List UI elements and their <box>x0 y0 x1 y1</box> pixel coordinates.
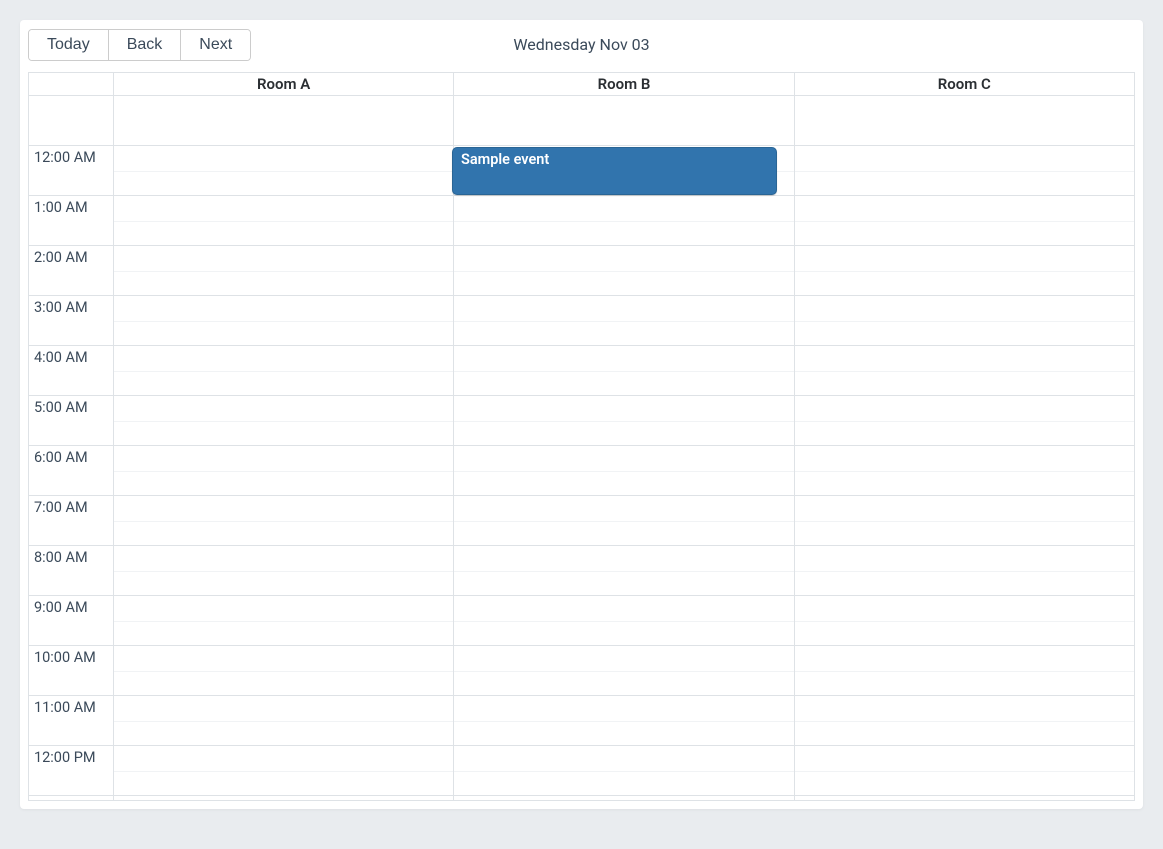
time-cell[interactable] <box>794 146 1134 195</box>
allday-gutter <box>29 96 113 145</box>
time-row: 9:00 AM <box>29 596 1134 646</box>
time-cell[interactable] <box>113 446 453 495</box>
time-cell[interactable] <box>113 196 453 245</box>
resource-header: Room C <box>794 73 1134 95</box>
allday-cell[interactable] <box>794 96 1134 145</box>
time-cell[interactable] <box>794 696 1134 745</box>
time-row: 1:00 AM <box>29 196 1134 246</box>
time-row: 1:00 PM <box>29 796 1134 800</box>
time-cell[interactable] <box>453 446 793 495</box>
time-label: 12:00 PM <box>29 746 113 795</box>
calendar-card: Today Back Next Wednesday Nov 03 Room A … <box>20 20 1143 809</box>
time-label: 3:00 AM <box>29 296 113 345</box>
time-row: 5:00 AM <box>29 396 1134 446</box>
time-cell[interactable] <box>113 746 453 795</box>
time-label: 11:00 AM <box>29 696 113 745</box>
time-cell[interactable] <box>113 596 453 645</box>
time-cell[interactable] <box>113 496 453 545</box>
time-cell[interactable] <box>113 346 453 395</box>
time-row: 10:00 AM <box>29 646 1134 696</box>
time-grid: 12:00 AM1:00 AM2:00 AM3:00 AM4:00 AM5:00… <box>29 146 1134 800</box>
time-label: 1:00 AM <box>29 196 113 245</box>
back-button[interactable]: Back <box>109 30 182 60</box>
time-cell[interactable] <box>794 796 1134 800</box>
time-row: 8:00 AM <box>29 546 1134 596</box>
time-cell[interactable] <box>794 546 1134 595</box>
allday-cell[interactable] <box>113 96 453 145</box>
time-scroll-area[interactable]: 12:00 AM1:00 AM2:00 AM3:00 AM4:00 AM5:00… <box>29 146 1134 800</box>
time-cell[interactable] <box>113 246 453 295</box>
time-label: 8:00 AM <box>29 546 113 595</box>
next-button[interactable]: Next <box>181 30 250 60</box>
time-cell[interactable] <box>794 446 1134 495</box>
time-label: 7:00 AM <box>29 496 113 545</box>
time-label: 2:00 AM <box>29 246 113 295</box>
time-cell[interactable] <box>453 296 793 345</box>
time-cell[interactable] <box>453 646 793 695</box>
time-row: 2:00 AM <box>29 246 1134 296</box>
time-cell[interactable] <box>113 796 453 800</box>
time-cell[interactable] <box>453 546 793 595</box>
time-cell[interactable] <box>794 646 1134 695</box>
today-button[interactable]: Today <box>29 30 109 60</box>
time-cell[interactable] <box>453 596 793 645</box>
time-cell[interactable] <box>794 596 1134 645</box>
calendar-grid: Room A Room B Room C 12:00 AM1:00 AM2:00… <box>28 72 1135 801</box>
time-cell[interactable] <box>453 196 793 245</box>
time-cell[interactable] <box>794 396 1134 445</box>
time-cell[interactable] <box>453 796 793 800</box>
current-date-label: Wednesday Nov 03 <box>513 28 649 62</box>
time-row: 11:00 AM <box>29 696 1134 746</box>
time-cell[interactable] <box>113 546 453 595</box>
time-cell[interactable] <box>794 496 1134 545</box>
time-cell[interactable] <box>453 696 793 745</box>
time-row: 3:00 AM <box>29 296 1134 346</box>
gutter-header <box>29 73 113 95</box>
time-label: 6:00 AM <box>29 446 113 495</box>
time-cell[interactable] <box>453 746 793 795</box>
time-label: 9:00 AM <box>29 596 113 645</box>
time-cell[interactable] <box>794 296 1134 345</box>
time-cell[interactable] <box>453 396 793 445</box>
time-cell[interactable] <box>113 296 453 345</box>
time-row: 6:00 AM <box>29 446 1134 496</box>
time-cell[interactable] <box>794 196 1134 245</box>
time-cell[interactable] <box>794 246 1134 295</box>
time-row: 4:00 AM <box>29 346 1134 396</box>
resource-header: Room A <box>113 73 453 95</box>
allday-cell[interactable] <box>453 96 793 145</box>
time-cell[interactable] <box>113 146 453 195</box>
time-cell[interactable] <box>794 746 1134 795</box>
time-cell[interactable] <box>453 346 793 395</box>
time-row: 7:00 AM <box>29 496 1134 546</box>
time-label: 5:00 AM <box>29 396 113 445</box>
time-label: 4:00 AM <box>29 346 113 395</box>
time-label: 10:00 AM <box>29 646 113 695</box>
time-cell[interactable] <box>113 696 453 745</box>
nav-button-group: Today Back Next <box>28 29 251 61</box>
calendar-event[interactable]: Sample event <box>452 147 777 195</box>
allday-row <box>29 96 1134 146</box>
time-label: 12:00 AM <box>29 146 113 195</box>
time-cell[interactable] <box>453 246 793 295</box>
resource-header: Room B <box>453 73 793 95</box>
time-cell[interactable] <box>113 646 453 695</box>
time-label: 1:00 PM <box>29 796 113 800</box>
time-cell[interactable] <box>794 346 1134 395</box>
time-cell[interactable] <box>453 496 793 545</box>
resource-header-row: Room A Room B Room C <box>29 73 1134 96</box>
time-cell[interactable] <box>113 396 453 445</box>
calendar-toolbar: Today Back Next Wednesday Nov 03 <box>28 28 1135 62</box>
time-row: 12:00 PM <box>29 746 1134 796</box>
